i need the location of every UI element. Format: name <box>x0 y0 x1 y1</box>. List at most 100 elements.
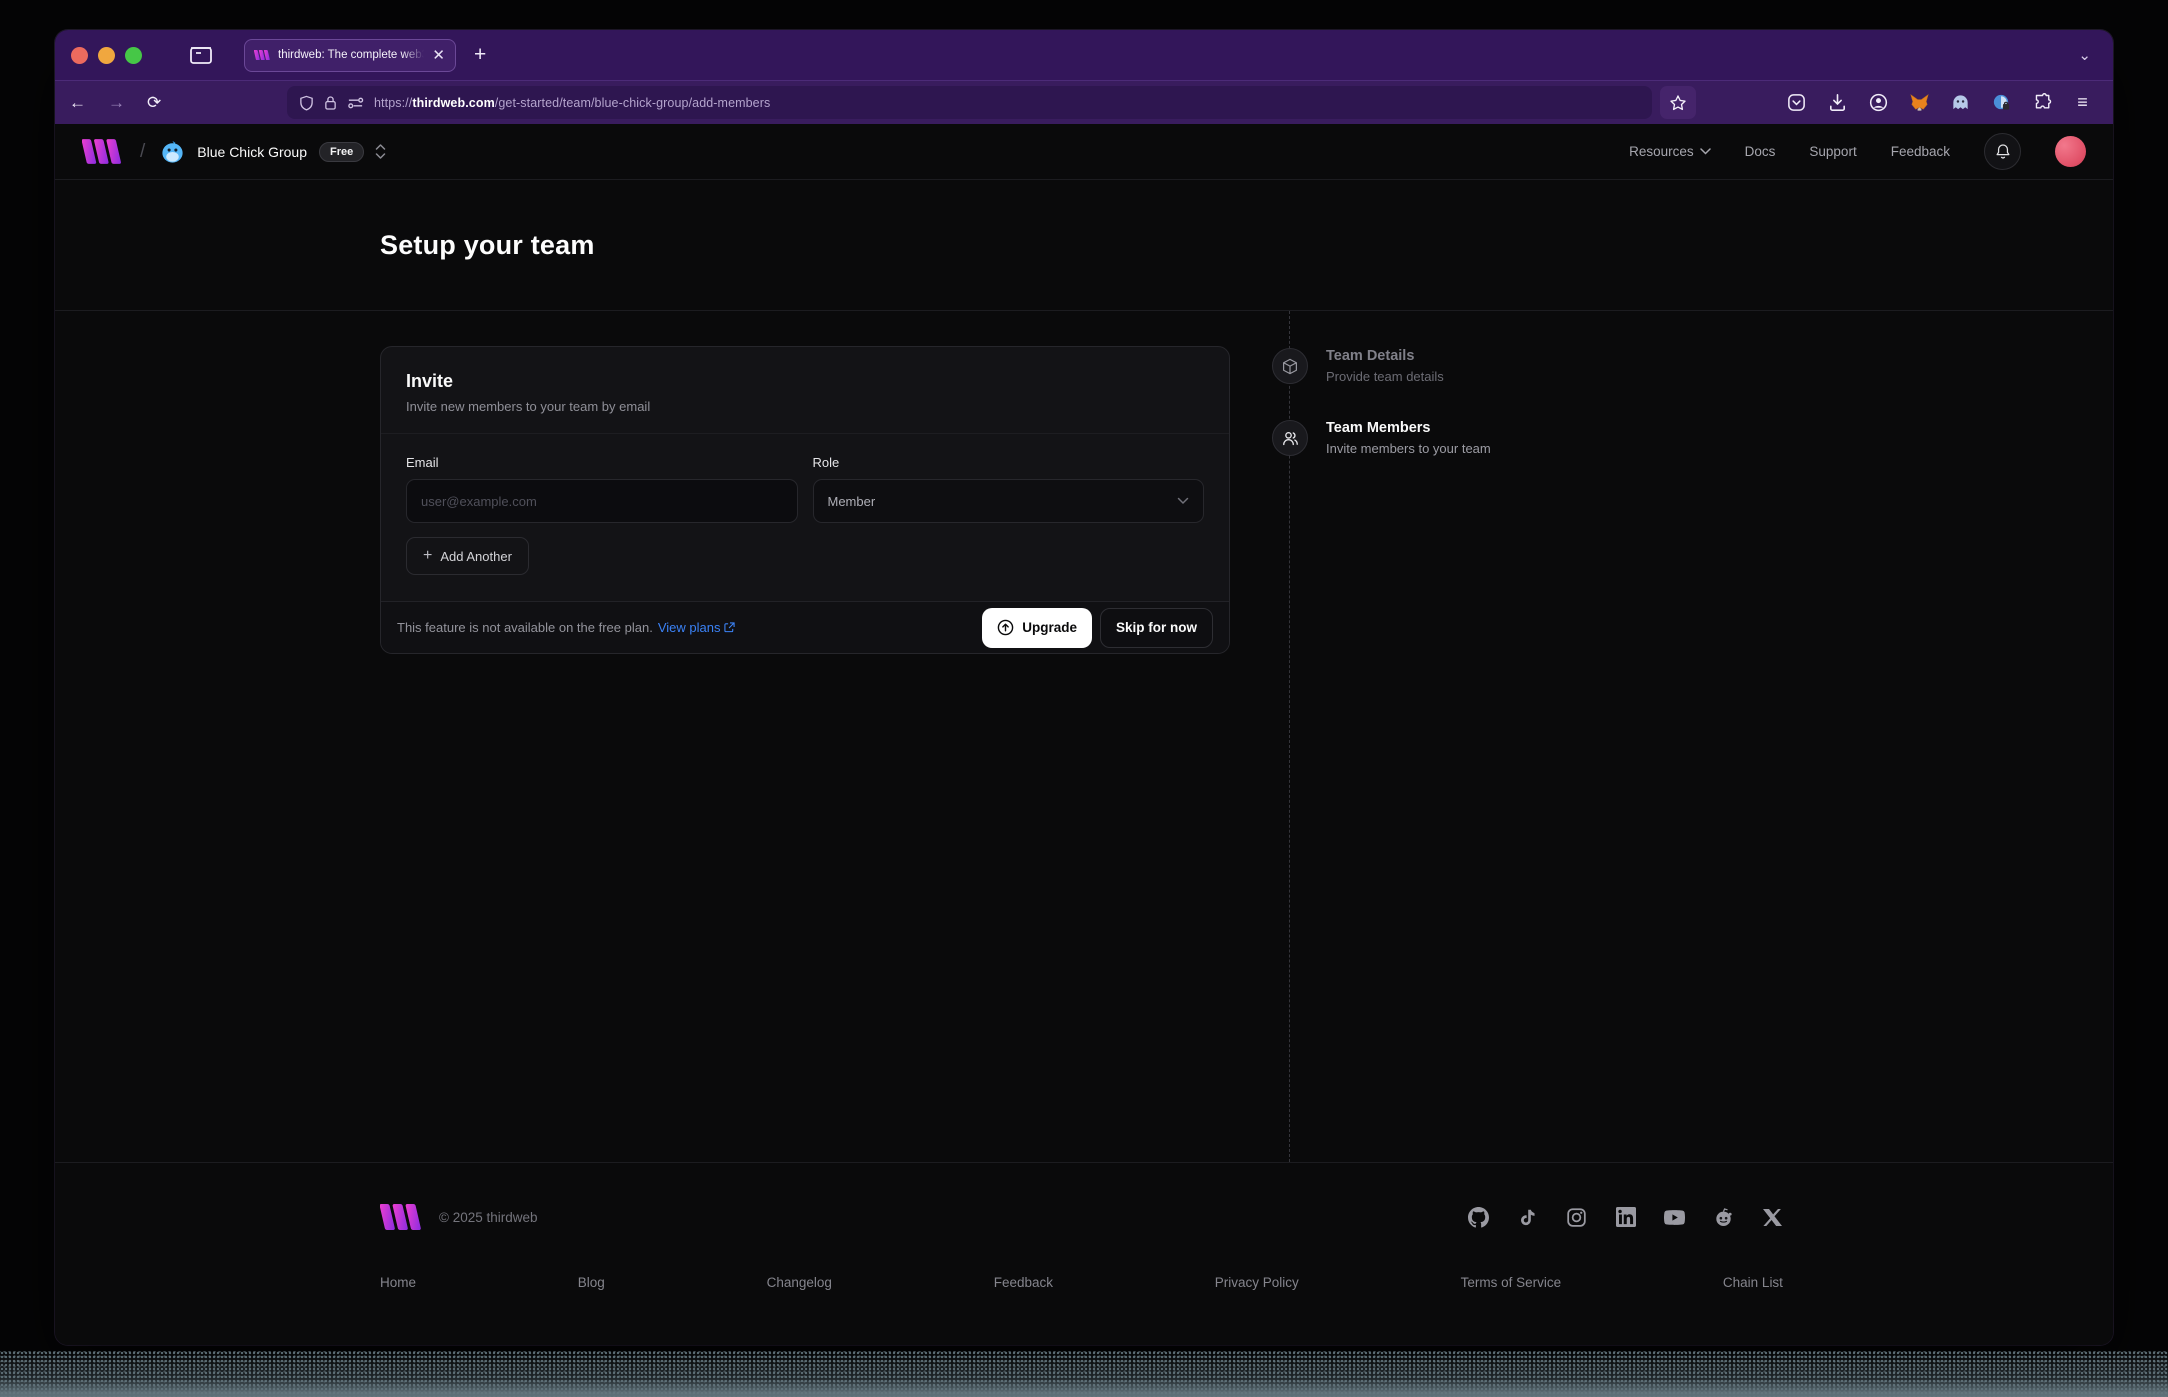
tab-list-chevron-icon[interactable]: ⌄ <box>2078 46 2097 64</box>
back-button[interactable]: ← <box>69 94 86 111</box>
email-label: Email <box>406 455 439 470</box>
team-name[interactable]: Blue Chick Group <box>197 144 307 160</box>
account-icon[interactable] <box>1866 91 1890 115</box>
step-team-details: Team Details Provide team details <box>1272 348 1491 384</box>
extensions-puzzle-icon[interactable] <box>2030 91 2054 115</box>
desktop-wallpaper-band <box>0 1351 2168 1397</box>
footer-link-changelog[interactable]: Changelog <box>767 1275 832 1290</box>
thirdweb-logo-icon[interactable] <box>82 138 124 165</box>
youtube-icon[interactable] <box>1664 1207 1685 1228</box>
step-circle <box>1272 348 1308 384</box>
phantom-icon[interactable] <box>1948 91 1972 115</box>
linkedin-icon[interactable] <box>1615 1207 1636 1228</box>
bell-icon <box>1996 144 2009 159</box>
footer-link-privacy-policy[interactable]: Privacy Policy <box>1215 1275 1299 1290</box>
footer-actions: Upgrade Skip for now <box>982 607 1213 648</box>
tiktok-icon[interactable] <box>1517 1207 1538 1228</box>
email-input[interactable] <box>406 479 798 523</box>
invite-card: Invite Invite new members to your team b… <box>380 346 1230 654</box>
invite-card-footer: This feature is not available on the fre… <box>381 601 1229 653</box>
nav-buttons: ← → ⟳ <box>69 94 187 111</box>
user-avatar[interactable] <box>2055 136 2086 167</box>
step-title: Team Details <box>1326 348 1415 364</box>
close-window-button[interactable] <box>71 46 88 64</box>
team-avatar <box>162 140 183 163</box>
footer-link-blog[interactable]: Blog <box>578 1275 605 1290</box>
tab-title: thirdweb: The complete web3 d <box>278 49 425 61</box>
site-topbar: / Blue Chick Group Free Resources Docs S… <box>55 124 2113 180</box>
forward-button[interactable]: → <box>108 94 125 111</box>
view-plans-link[interactable]: View plans <box>658 620 736 635</box>
email-field-group: Email <box>406 455 798 523</box>
permissions-icon[interactable] <box>347 96 364 110</box>
plan-badge: Free <box>319 141 365 162</box>
reddit-icon[interactable] <box>1713 1207 1734 1228</box>
lock-icon[interactable] <box>324 95 337 111</box>
skip-for-now-button[interactable]: Skip for now <box>1100 607 1213 648</box>
instagram-icon[interactable] <box>1566 1207 1587 1228</box>
nav-docs[interactable]: Docs <box>1745 144 1776 159</box>
privacy-extension-icon[interactable] <box>1989 91 2013 115</box>
role-select[interactable]: Member <box>812 479 1204 523</box>
browser-window: thirdweb: The complete web3 d ✕ + ⌄ ← → … <box>55 30 2113 1345</box>
team-switcher-chevrons-icon[interactable] <box>374 143 387 160</box>
free-plan-note: This feature is not available on the fre… <box>397 620 653 635</box>
footer-link-chain-list[interactable]: Chain List <box>1723 1275 1783 1290</box>
sidebar-toggle-icon[interactable] <box>188 44 214 66</box>
users-icon <box>1282 431 1298 445</box>
footer-link-feedback[interactable]: Feedback <box>994 1275 1053 1290</box>
nav-feedback[interactable]: Feedback <box>1891 144 1950 159</box>
step-subtitle: Provide team details <box>1326 369 1444 384</box>
close-tab-icon[interactable]: ✕ <box>431 48 446 63</box>
notifications-button[interactable] <box>1984 133 2021 170</box>
pocket-icon[interactable] <box>1784 91 1808 115</box>
browser-tab-active[interactable]: thirdweb: The complete web3 d ✕ <box>244 38 456 72</box>
topnav-links: Resources Docs Support Feedback <box>1629 133 2086 170</box>
footer-links: Home Blog Changelog Feedback Privacy Pol… <box>380 1275 1783 1290</box>
window-controls <box>71 46 142 64</box>
invite-card-body: Email Role Member + Add <box>381 434 1229 601</box>
plus-icon: + <box>423 547 433 564</box>
new-tab-button[interactable]: + <box>474 43 486 67</box>
site-footer: © 2025 thirdweb Home Blog Changelog Feed… <box>55 1162 2113 1345</box>
zoom-window-button[interactable] <box>125 46 142 64</box>
footer-link-terms-of-service[interactable]: Terms of Service <box>1461 1275 1562 1290</box>
star-icon <box>1670 94 1686 110</box>
browser-tabbar: thirdweb: The complete web3 d ✕ + ⌄ <box>55 30 2113 80</box>
nav-resources[interactable]: Resources <box>1629 144 1711 159</box>
url-text[interactable]: https://thirdweb.com/get-started/team/bl… <box>374 96 770 110</box>
reload-button[interactable]: ⟳ <box>147 94 161 111</box>
circle-arrow-up-icon <box>997 619 1014 636</box>
heading-band: Setup your team <box>55 180 2113 311</box>
nav-support[interactable]: Support <box>1809 144 1856 159</box>
external-link-icon <box>724 622 736 633</box>
footer-link-home[interactable]: Home <box>380 1275 416 1290</box>
upgrade-button[interactable]: Upgrade <box>982 607 1092 648</box>
breadcrumb-slash: / <box>140 140 146 162</box>
invite-title: Invite <box>406 371 454 391</box>
github-icon[interactable] <box>1468 1206 1489 1228</box>
url-bar[interactable]: https://thirdweb.com/get-started/team/bl… <box>287 86 1652 119</box>
setup-steps: Team Details Provide team details Team M… <box>1272 348 1491 456</box>
main-content: Invite Invite new members to your team b… <box>55 311 2113 1162</box>
social-links <box>1468 1206 1783 1228</box>
menu-hamburger-icon[interactable]: ≡ <box>2071 91 2095 115</box>
step-circle <box>1272 420 1308 456</box>
thirdweb-footer-logo-icon[interactable] <box>380 1203 424 1231</box>
thirdweb-favicon-icon <box>254 49 270 61</box>
role-label: Role <box>812 455 840 470</box>
invite-card-header: Invite Invite new members to your team b… <box>381 347 1229 434</box>
copyright-text: © 2025 thirdweb <box>439 1209 538 1225</box>
bookmark-star-button[interactable] <box>1660 86 1696 119</box>
role-select-value: Member <box>827 493 876 509</box>
step-team-members: Team Members Invite members to your team <box>1272 420 1491 456</box>
step-subtitle: Invite members to your team <box>1326 441 1491 456</box>
x-icon[interactable] <box>1762 1207 1783 1228</box>
downloads-icon[interactable] <box>1825 91 1849 115</box>
shield-icon[interactable] <box>299 95 314 111</box>
invite-subtitle: Invite new members to your team by email <box>406 399 651 414</box>
metamask-icon[interactable] <box>1907 91 1931 115</box>
add-another-button[interactable]: + Add Another <box>406 537 529 575</box>
toolbar-extensions: ≡ <box>1784 91 2099 115</box>
minimize-window-button[interactable] <box>98 46 115 64</box>
